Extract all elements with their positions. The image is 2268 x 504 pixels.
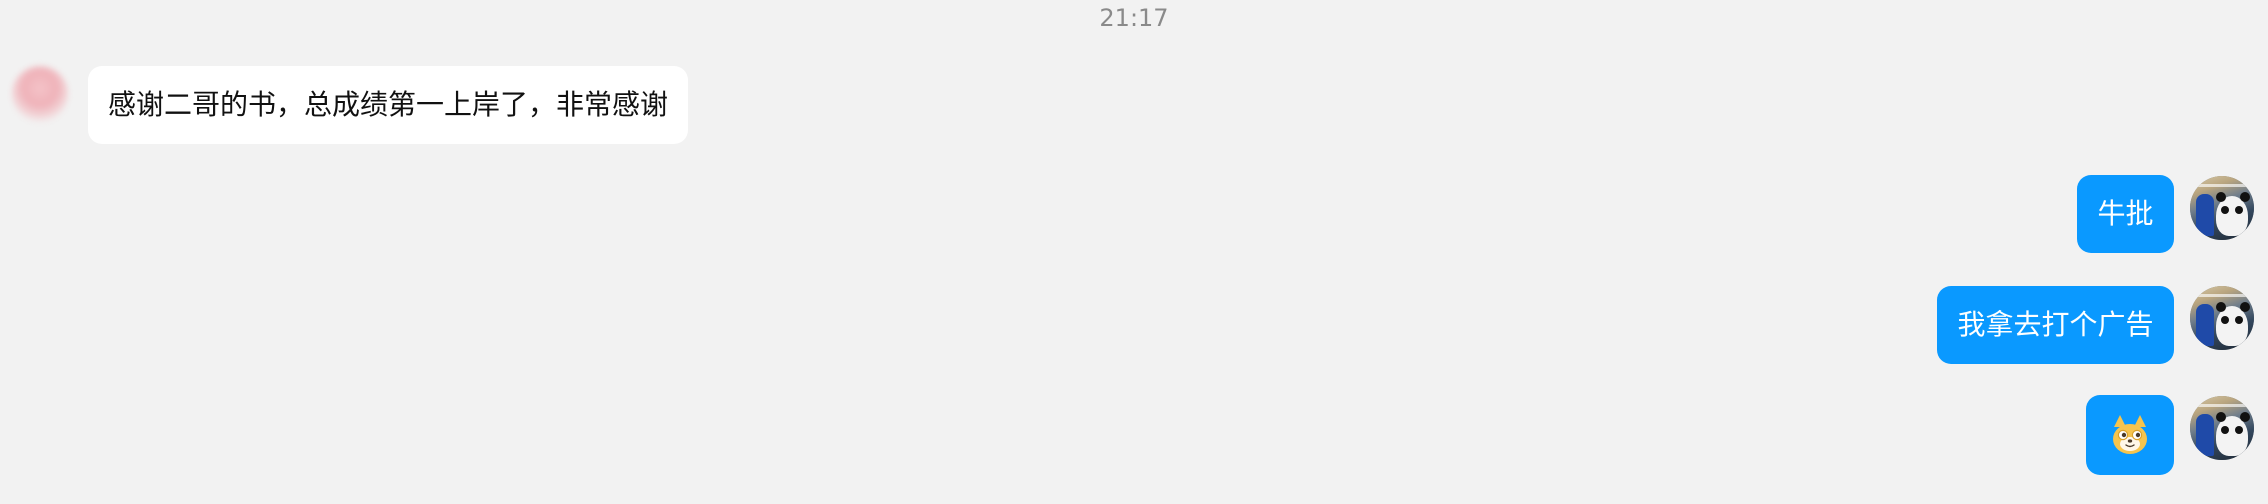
panda-eye-left: [2221, 426, 2229, 434]
avatar-caption-strip: [2198, 294, 2246, 297]
panda-eye-right: [2235, 316, 2243, 324]
panda-eye-right: [2235, 426, 2243, 434]
panda-icon: [2216, 416, 2248, 456]
incoming-message-text: 感谢二哥的书，总成绩第一上岸了，非常感谢: [108, 88, 669, 121]
outgoing-message-bubble[interactable]: 我拿去打个广告: [1937, 286, 2174, 364]
panda-eye-left: [2221, 316, 2229, 324]
panda-ear-right: [2240, 192, 2250, 202]
user-avatar[interactable]: [2190, 286, 2254, 350]
panda-ear-right: [2240, 302, 2250, 312]
timestamp: 21:17: [1099, 4, 1169, 32]
user-avatar[interactable]: [2190, 396, 2254, 460]
user-avatar[interactable]: [2190, 176, 2254, 240]
avatar-caption-strip: [2198, 404, 2246, 407]
panda-eye-right: [2235, 206, 2243, 214]
avatar-figure: [2196, 304, 2214, 346]
avatar-figure: [2196, 194, 2214, 236]
dog-emoji-icon: [2113, 415, 2147, 454]
panda-eye-left: [2221, 206, 2229, 214]
outgoing-message-bubble[interactable]: 牛批: [2077, 175, 2174, 253]
panda-ear-left: [2216, 192, 2226, 202]
emoji-message-bubble[interactable]: [2086, 395, 2174, 475]
avatar-figure: [2196, 414, 2214, 456]
avatar-caption-strip: [2198, 184, 2246, 187]
outgoing-message-text: 牛批: [2097, 197, 2154, 230]
panda-icon: [2216, 306, 2248, 346]
outgoing-message-text: 我拿去打个广告: [1957, 308, 2154, 341]
panda-ear-left: [2216, 302, 2226, 312]
panda-ear-left: [2216, 412, 2226, 422]
incoming-message-bubble[interactable]: 感谢二哥的书，总成绩第一上岸了，非常感谢: [88, 66, 688, 144]
panda-icon: [2216, 196, 2248, 236]
contact-avatar[interactable]: [12, 66, 68, 122]
panda-ear-right: [2240, 412, 2250, 422]
